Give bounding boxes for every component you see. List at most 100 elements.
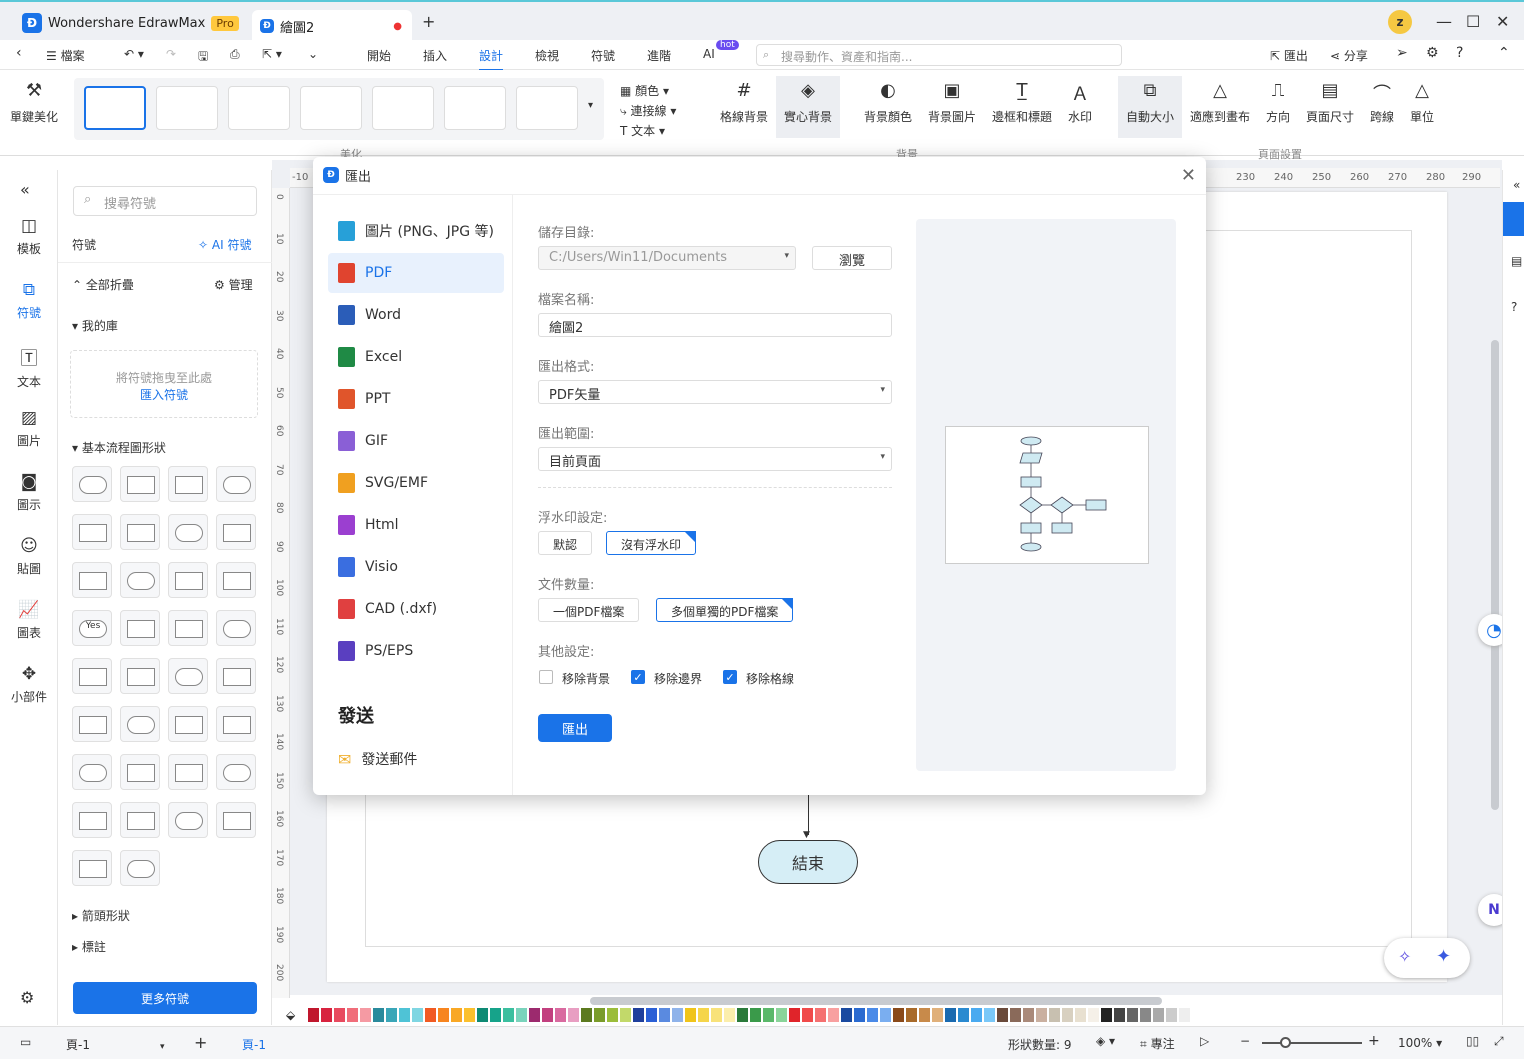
- symbol-search-input[interactable]: ⌕ 搜尋符號: [73, 186, 257, 216]
- flowchart-shape[interactable]: [168, 658, 208, 694]
- fit-to-canvas-button[interactable]: △ 適應到畫布: [1190, 80, 1250, 125]
- color-swatch[interactable]: [958, 1008, 969, 1022]
- app-tab[interactable]: Đ Wondershare EdrawMax Pro: [14, 8, 247, 38]
- expand-panel-icon[interactable]: «: [1513, 178, 1520, 192]
- color-swatch[interactable]: [737, 1008, 748, 1022]
- background-color-button[interactable]: ◐ 背景顏色: [864, 80, 912, 125]
- background-image-button[interactable]: ▣ 背景圖片: [928, 80, 976, 125]
- flowchart-shape[interactable]: [216, 466, 256, 502]
- ai-wand-icon[interactable]: ✧: [1398, 947, 1411, 966]
- format-item[interactable]: Html: [328, 505, 504, 545]
- theme-option[interactable]: [84, 86, 146, 130]
- flowchart-shape[interactable]: [120, 658, 160, 694]
- color-swatch[interactable]: [945, 1008, 956, 1022]
- flowchart-shape[interactable]: [72, 658, 112, 694]
- zoom-in-icon[interactable]: +: [1368, 1033, 1380, 1049]
- format-item[interactable]: CAD (.dxf): [328, 589, 504, 629]
- nav-stickers[interactable]: ☺ 貼圖: [0, 536, 58, 577]
- settings-gear-icon[interactable]: ⚙: [20, 988, 34, 1007]
- color-swatch[interactable]: [1153, 1008, 1164, 1022]
- callouts-section[interactable]: ▸ 標註: [72, 938, 106, 955]
- color-swatch[interactable]: [828, 1008, 839, 1022]
- color-swatch[interactable]: [659, 1008, 670, 1022]
- orientation-button[interactable]: ⎍ 方向: [1266, 80, 1290, 125]
- menu-design[interactable]: 設計: [479, 47, 504, 71]
- color-swatch[interactable]: [1036, 1008, 1047, 1022]
- color-swatch[interactable]: [789, 1008, 800, 1022]
- more-icon[interactable]: ⌄: [308, 47, 318, 61]
- fill-bucket-icon[interactable]: ⬙: [286, 1008, 295, 1022]
- color-swatch[interactable]: [1088, 1008, 1099, 1022]
- flowchart-shape[interactable]: [120, 802, 160, 838]
- end-node[interactable]: 結束: [758, 840, 858, 884]
- color-swatch[interactable]: [711, 1008, 722, 1022]
- more-symbols-button[interactable]: 更多符號: [73, 982, 257, 1014]
- text-dropdown[interactable]: T 文本 ▾: [620, 122, 665, 139]
- collapse-panel-icon[interactable]: «: [20, 180, 30, 199]
- flowchart-shape[interactable]: [168, 706, 208, 742]
- color-swatch[interactable]: [399, 1008, 410, 1022]
- flowchart-shape[interactable]: [168, 754, 208, 790]
- solid-background-button[interactable]: ◈ 實心背景: [776, 76, 841, 138]
- color-swatch[interactable]: [672, 1008, 683, 1022]
- format-select[interactable]: PDF矢量 ▾: [538, 380, 892, 404]
- color-swatch[interactable]: [1075, 1008, 1086, 1022]
- format-item[interactable]: PS/EPS: [328, 631, 504, 671]
- color-swatch[interactable]: [1062, 1008, 1073, 1022]
- color-swatch[interactable]: [1140, 1008, 1151, 1022]
- collapse-all-button[interactable]: ⌃ 全部折疊: [72, 276, 134, 293]
- collapse-ribbon-icon[interactable]: ⌃: [1498, 45, 1510, 61]
- color-swatch[interactable]: [893, 1008, 904, 1022]
- save-icon[interactable]: 🖫: [198, 47, 208, 68]
- color-swatch[interactable]: [360, 1008, 371, 1022]
- color-swatch[interactable]: [425, 1008, 436, 1022]
- color-swatch[interactable]: [685, 1008, 696, 1022]
- theme-option[interactable]: [444, 86, 506, 130]
- filename-input[interactable]: 繪圖2: [538, 313, 892, 337]
- color-swatch[interactable]: [334, 1008, 345, 1022]
- format-item[interactable]: Excel: [328, 337, 504, 377]
- single-pdf-option[interactable]: 一個PDF檔案: [538, 598, 640, 622]
- color-swatch[interactable]: [1010, 1008, 1021, 1022]
- color-swatch[interactable]: [1179, 1008, 1190, 1022]
- nav-images[interactable]: ▨ 圖片: [0, 408, 58, 449]
- page-panel-icon[interactable]: ▤: [1511, 254, 1522, 268]
- send-icon[interactable]: ➢: [1396, 45, 1408, 61]
- color-swatch[interactable]: [607, 1008, 618, 1022]
- color-swatch[interactable]: [815, 1008, 826, 1022]
- save-dir-field[interactable]: C:/Users/Win11/Documents ▾: [538, 246, 796, 270]
- format-item[interactable]: Visio: [328, 547, 504, 587]
- color-swatch[interactable]: [321, 1008, 332, 1022]
- color-swatch[interactable]: [503, 1008, 514, 1022]
- color-swatch[interactable]: [308, 1008, 319, 1022]
- library-drop-zone[interactable]: 將符號拖曳至此處 匯入符號: [70, 350, 258, 418]
- color-swatch[interactable]: [1049, 1008, 1060, 1022]
- theme-option[interactable]: [300, 86, 362, 130]
- maximize-icon[interactable]: ☐: [1466, 12, 1480, 31]
- help-icon[interactable]: ?: [1456, 45, 1463, 61]
- flowchart-shape[interactable]: [216, 514, 256, 550]
- color-swatch[interactable]: [841, 1008, 852, 1022]
- help-panel-icon[interactable]: ?: [1511, 300, 1517, 314]
- flowchart-shape[interactable]: [216, 802, 256, 838]
- color-swatch[interactable]: [477, 1008, 488, 1022]
- menu-ai[interactable]: AI: [703, 47, 715, 61]
- flowchart-shape[interactable]: [168, 466, 208, 502]
- export-quick-icon[interactable]: ⇱ ▾: [262, 47, 282, 61]
- nav-symbols[interactable]: ⧉ 符號: [0, 280, 58, 321]
- color-swatch[interactable]: [1023, 1008, 1034, 1022]
- menu-start[interactable]: 開始: [367, 47, 391, 64]
- print-icon[interactable]: ⎙: [230, 47, 240, 62]
- flowchart-shape[interactable]: [72, 754, 112, 790]
- basic-flow-section[interactable]: ▾ 基本流程圖形狀: [72, 439, 166, 456]
- flowchart-shape[interactable]: [72, 514, 112, 550]
- flowchart-shape[interactable]: [120, 514, 160, 550]
- color-swatch[interactable]: [763, 1008, 774, 1022]
- watermark-button[interactable]: Ａ 水印: [1068, 80, 1092, 125]
- fullscreen-icon[interactable]: ⤢: [1494, 1034, 1504, 1049]
- color-swatch[interactable]: [490, 1008, 501, 1022]
- menu-symbols[interactable]: 符號: [591, 47, 615, 64]
- jump-line-button[interactable]: ⌒ 跨線: [1370, 80, 1394, 125]
- color-swatch[interactable]: [594, 1008, 605, 1022]
- page-size-button[interactable]: ▤ 頁面尺寸: [1306, 80, 1354, 125]
